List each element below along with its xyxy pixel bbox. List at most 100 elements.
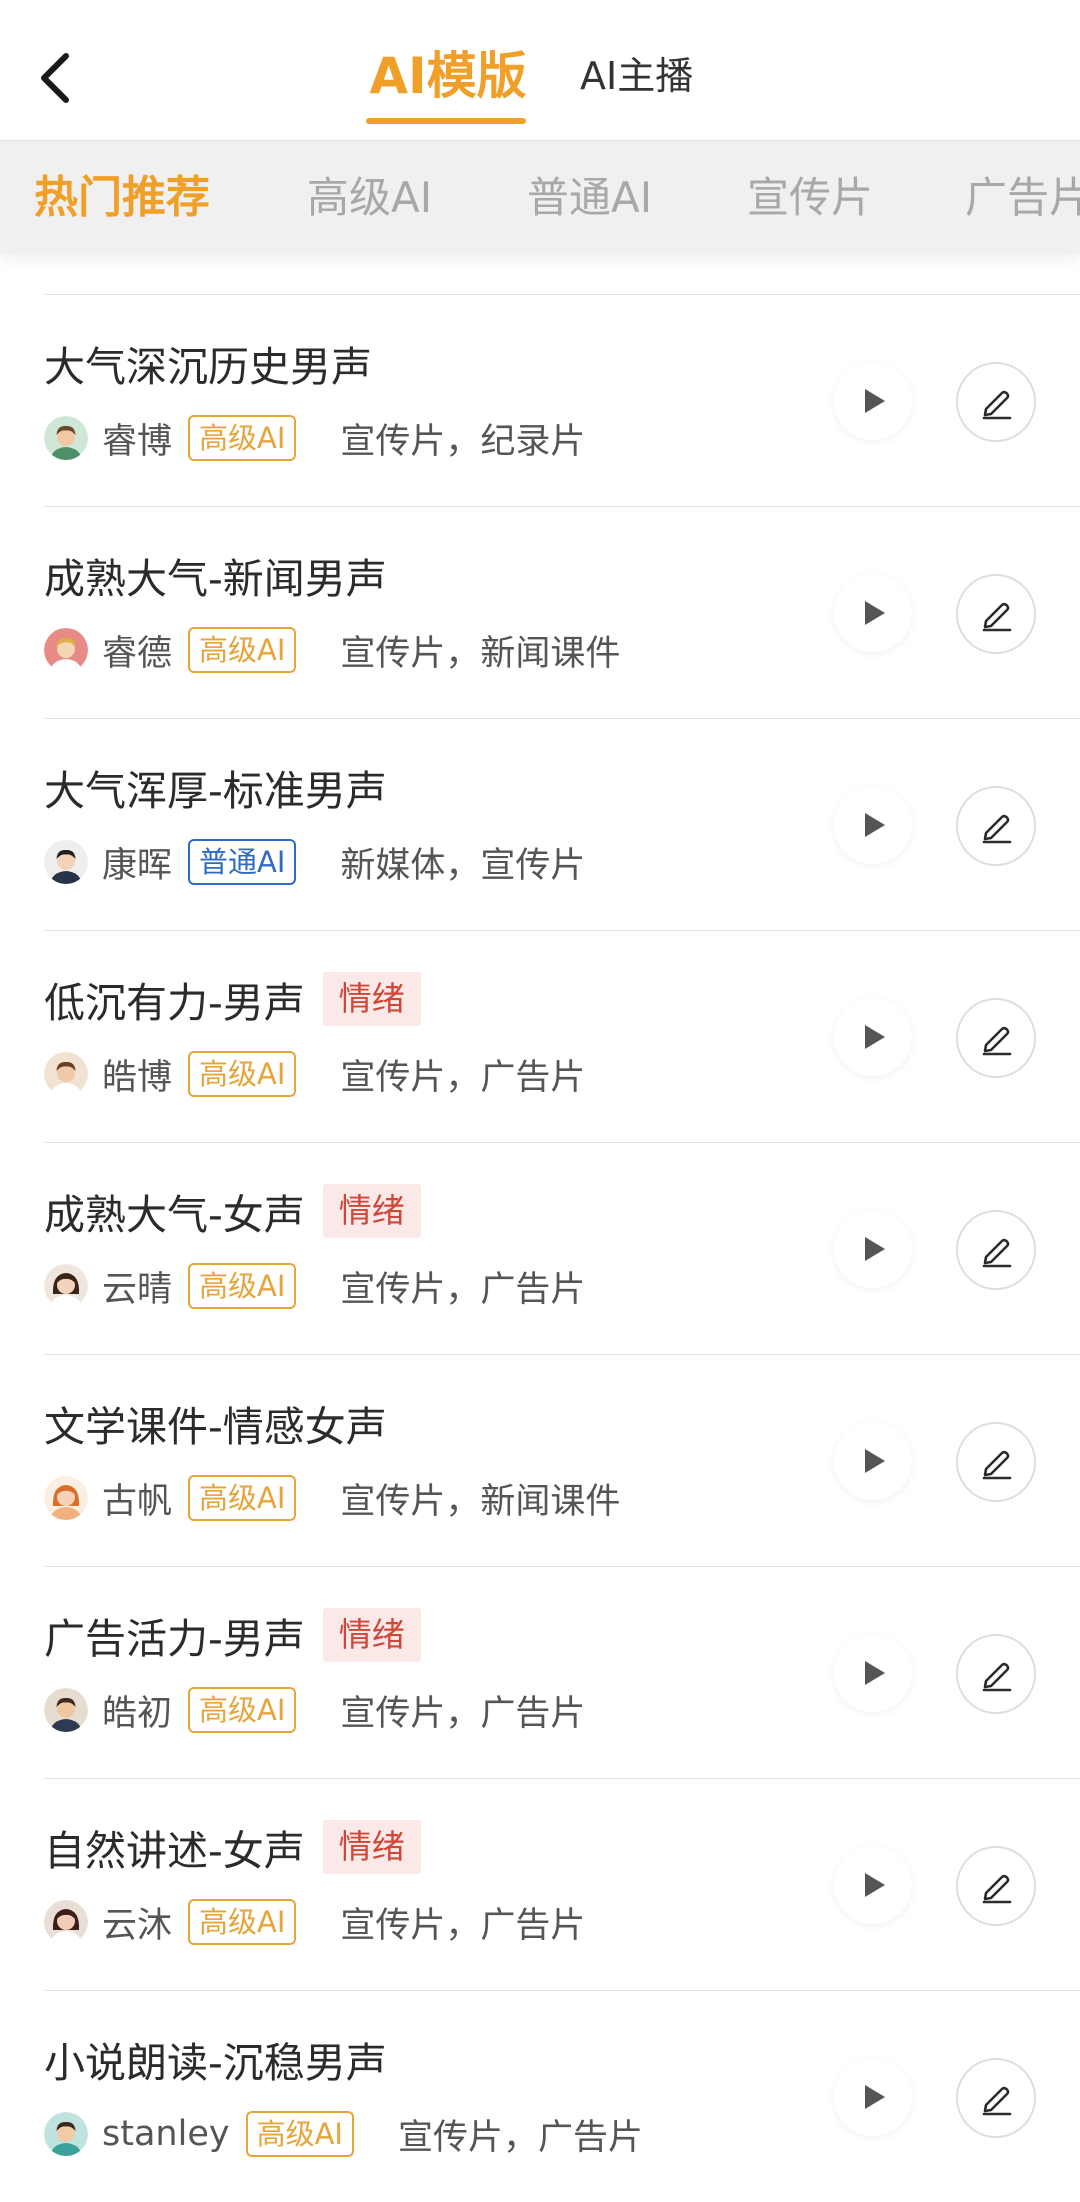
- avatar-image: [44, 1900, 88, 1944]
- avatar-image: [44, 2112, 88, 2156]
- play-button[interactable]: [834, 998, 912, 1076]
- title-line: 大气浑厚-标准男声: [44, 759, 387, 815]
- template-row[interactable]: 自然讲述-女声 情绪 云沐 高级AI 宣传片，广告片: [44, 1778, 1080, 1990]
- level-badge: 普通AI: [188, 839, 297, 885]
- template-title: 大气深沉历史男声: [44, 343, 372, 391]
- usage-tags: 新媒体，宣传片: [340, 845, 586, 886]
- play-icon: [865, 601, 885, 625]
- pencil-icon: [982, 1662, 1012, 1692]
- level-badge: 高级AI: [245, 2111, 354, 2157]
- category-ads[interactable]: 广告片: [965, 141, 1080, 254]
- play-button[interactable]: [834, 1846, 912, 1924]
- template-title: 小说朗读-沉稳男声: [44, 2039, 387, 2087]
- level-badge: 高级AI: [188, 627, 297, 673]
- play-button[interactable]: [834, 574, 912, 652]
- title-line: 成熟大气-女声 情绪: [44, 1183, 421, 1239]
- avatar-image: [44, 1688, 88, 1732]
- play-icon: [865, 1237, 885, 1261]
- meta-line: stanley 高级AI 宣传片，广告片: [44, 2109, 643, 2159]
- template-row[interactable]: 文学课件-情感女声 古帆 高级AI 宣传片，新闻课件: [44, 1354, 1080, 1566]
- active-tab-indicator: [366, 118, 526, 124]
- template-row[interactable]: 低沉有力-男声 情绪 皓博 高级AI 宣传片，广告片: [44, 930, 1080, 1142]
- play-button[interactable]: [834, 1210, 912, 1288]
- category-basic-ai[interactable]: 普通AI: [527, 141, 652, 254]
- play-icon: [865, 2085, 885, 2109]
- level-badge: 高级AI: [188, 1263, 297, 1309]
- play-button[interactable]: [834, 2058, 912, 2136]
- avatar-image: [44, 1476, 88, 1520]
- title-line: 成熟大气-新闻男声: [44, 547, 387, 603]
- level-badge: 高级AI: [188, 415, 297, 461]
- avatar-image: [44, 840, 88, 884]
- category-promo[interactable]: 宣传片: [747, 141, 873, 254]
- meta-line: 睿博 高级AI 宣传片，纪录片: [44, 413, 585, 463]
- tab-ai-anchor[interactable]: AI主播: [580, 46, 693, 106]
- template-row[interactable]: 成熟大气-新闻男声 睿德 高级AI 宣传片，新闻课件: [44, 506, 1080, 718]
- title-line: 大气深沉历史男声: [44, 335, 372, 391]
- male-pink-bg-avatar: [44, 628, 88, 672]
- edit-button[interactable]: [956, 1846, 1036, 1926]
- play-button[interactable]: [834, 786, 912, 864]
- tab-ai-template[interactable]: AI模版: [366, 46, 530, 106]
- pencil-icon: [982, 1238, 1012, 1268]
- pencil-icon: [982, 602, 1012, 632]
- template-row[interactable]: 成熟大气-女声 情绪 云晴 高级AI 宣传片，广告片: [44, 1142, 1080, 1354]
- list-top-gap: [0, 254, 1080, 294]
- pencil-icon: [982, 814, 1012, 844]
- female-dark-hair-avatar: [44, 1264, 88, 1308]
- template-row[interactable]: 小说朗读-沉稳男声 stanley 高级AI 宣传片，广告片: [44, 1990, 1080, 2202]
- edit-button[interactable]: [956, 362, 1036, 442]
- voice-name: stanley: [102, 2114, 230, 2154]
- voice-name: 云沐: [102, 1905, 173, 1946]
- chevron-left-icon: [41, 53, 69, 103]
- title-line: 低沉有力-男声 情绪: [44, 971, 421, 1027]
- category-advanced-ai[interactable]: 高级AI: [307, 141, 432, 254]
- title-line: 广告活力-男声 情绪: [44, 1607, 421, 1663]
- meta-line: 古帆 高级AI 宣传片，新闻课件: [44, 1473, 620, 1523]
- meta-line: 皓博 高级AI 宣传片，广告片: [44, 1049, 585, 1099]
- female-long-hair-avatar: [44, 1900, 88, 1944]
- template-title: 成熟大气-新闻男声: [44, 555, 387, 603]
- title-line: 自然讲述-女声 情绪: [44, 1819, 421, 1875]
- back-button[interactable]: [24, 40, 88, 116]
- template-title: 自然讲述-女声: [44, 1827, 305, 1875]
- meta-line: 云沐 高级AI 宣传片，广告片: [44, 1897, 585, 1947]
- level-badge: 高级AI: [188, 1475, 297, 1521]
- play-icon: [865, 1025, 885, 1049]
- template-row[interactable]: 广告活力-男声 情绪 皓初 高级AI 宣传片，广告片: [44, 1566, 1080, 1778]
- edit-button[interactable]: [956, 998, 1036, 1078]
- play-button[interactable]: [834, 1634, 912, 1712]
- edit-button[interactable]: [956, 574, 1036, 654]
- template-row[interactable]: 大气深沉历史男声 睿博 高级AI 宣传片，纪录片: [44, 294, 1080, 506]
- pencil-icon: [982, 2086, 1012, 2116]
- category-tabs: 热门推荐 高级AI 普通AI 宣传片 广告片: [0, 141, 1080, 254]
- edit-button[interactable]: [956, 1634, 1036, 1714]
- template-row[interactable]: 大气浑厚-标准男声 康晖 普通AI 新媒体，宣传片: [44, 718, 1080, 930]
- usage-tags: 宣传片，纪录片: [340, 421, 586, 462]
- male-suit-avatar: [44, 840, 88, 884]
- male-curly-avatar: [44, 1052, 88, 1096]
- level-badge: 高级AI: [188, 1687, 297, 1733]
- category-hot[interactable]: 热门推荐: [34, 141, 210, 254]
- voice-name: 皓博: [102, 1057, 173, 1098]
- play-icon: [865, 1873, 885, 1897]
- edit-button[interactable]: [956, 2058, 1036, 2138]
- edit-button[interactable]: [956, 1422, 1036, 1502]
- emotion-badge: 情绪: [322, 1184, 421, 1238]
- meta-line: 云晴 高级AI 宣传片，广告片: [44, 1261, 585, 1311]
- edit-button[interactable]: [956, 1210, 1036, 1290]
- template-title: 低沉有力-男声: [44, 979, 305, 1027]
- voice-name: 睿博: [102, 421, 173, 462]
- play-icon: [865, 389, 885, 413]
- level-badge: 高级AI: [188, 1899, 297, 1945]
- female-orange-hair-avatar: [44, 1476, 88, 1520]
- play-button[interactable]: [834, 362, 912, 440]
- edit-button[interactable]: [956, 786, 1036, 866]
- play-button[interactable]: [834, 1422, 912, 1500]
- pencil-icon: [982, 1450, 1012, 1480]
- play-icon: [865, 1449, 885, 1473]
- usage-tags: 宣传片，新闻课件: [340, 633, 621, 674]
- pencil-icon: [982, 1026, 1012, 1056]
- meta-line: 睿德 高级AI 宣传片，新闻课件: [44, 625, 620, 675]
- usage-tags: 宣传片，广告片: [340, 1057, 586, 1098]
